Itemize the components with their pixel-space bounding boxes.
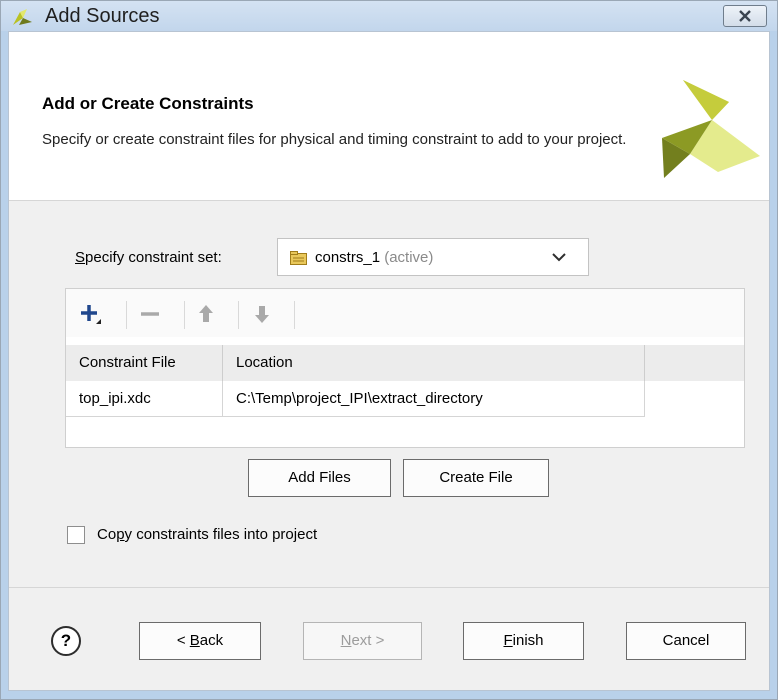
copy-constraints-checkbox[interactable] [67,526,85,544]
copy-label-mnemonic: p [116,526,125,543]
footer-divider [9,587,769,588]
toolbar-separator [238,301,239,329]
dialog-body: Add or Create Constraints Specify or cre… [8,31,770,691]
vivado-logo-icon [662,80,760,178]
copy-label-rest: y constraints files into project [124,526,318,543]
wizard-header: Add or Create Constraints Specify or cre… [9,32,769,201]
page-title: Add or Create Constraints [42,94,254,113]
toolbar-separator [294,301,295,329]
vivado-app-icon [13,9,32,25]
finish-label-rest: inish [512,632,544,649]
add-files-button[interactable]: Add Files [248,459,391,497]
page-description: Specify or create constraint files for p… [42,131,627,148]
toolbar-separator [126,301,127,329]
move-up-icon[interactable] [194,302,218,326]
dialog-window: Add Sources Add or Create Constraints Sp… [0,0,778,700]
copy-label-prefix: Co [97,526,117,543]
create-file-button[interactable]: Create File [403,459,549,497]
finish-label-mnemonic: F [503,632,513,649]
next-label-mnemonic: N [340,632,352,649]
close-button[interactable] [723,5,767,27]
move-down-icon[interactable] [250,302,274,326]
file-toolbar [66,289,744,337]
back-label-prefix: < [176,632,190,649]
back-button[interactable]: < Back [139,622,261,660]
table-cell-file[interactable]: top_ipi.xdc [66,381,223,417]
column-header-constraint-file[interactable]: Constraint File [66,345,223,381]
remove-icon[interactable] [138,302,162,326]
copy-constraints-label[interactable]: Copy constraints files into project [97,526,317,543]
close-icon [739,10,751,22]
constraint-set-label: Specify constraint set: [75,249,222,266]
constraint-set-dropdown[interactable]: constrs_1 (active) [277,238,589,276]
constraint-files-panel: Constraint File Location top_ipi.xdc C:\… [65,288,745,448]
constraint-set-mnemonic: S [75,249,86,266]
chevron-down-icon [552,253,566,262]
table-cell-location[interactable]: C:\Temp\project_IPI\extract_directory [223,381,645,417]
constraint-set-value: constrs_1 (active) [315,249,433,266]
column-header-location[interactable]: Location [223,345,645,381]
title-bar[interactable]: Add Sources [1,1,777,31]
next-label-rest: ext > [351,632,385,649]
back-label-rest: ack [199,632,224,649]
back-label-mnemonic: B [189,632,200,649]
next-button[interactable]: Next > [303,622,422,660]
column-header-filler [645,345,744,381]
constraint-set-name: constrs_1 [315,249,381,266]
constraint-set-label-text: pecify constraint set: [85,249,222,266]
help-button[interactable]: ? [51,626,81,656]
constraint-set-status: (active) [384,249,434,266]
window-title: Add Sources [45,5,160,27]
folder-icon [290,251,307,265]
finish-button[interactable]: Finish [463,622,584,660]
toolbar-separator [184,301,185,329]
add-icon[interactable] [78,302,102,326]
cancel-button[interactable]: Cancel [626,622,746,660]
constraint-files-table: Constraint File Location top_ipi.xdc C:\… [66,337,744,447]
